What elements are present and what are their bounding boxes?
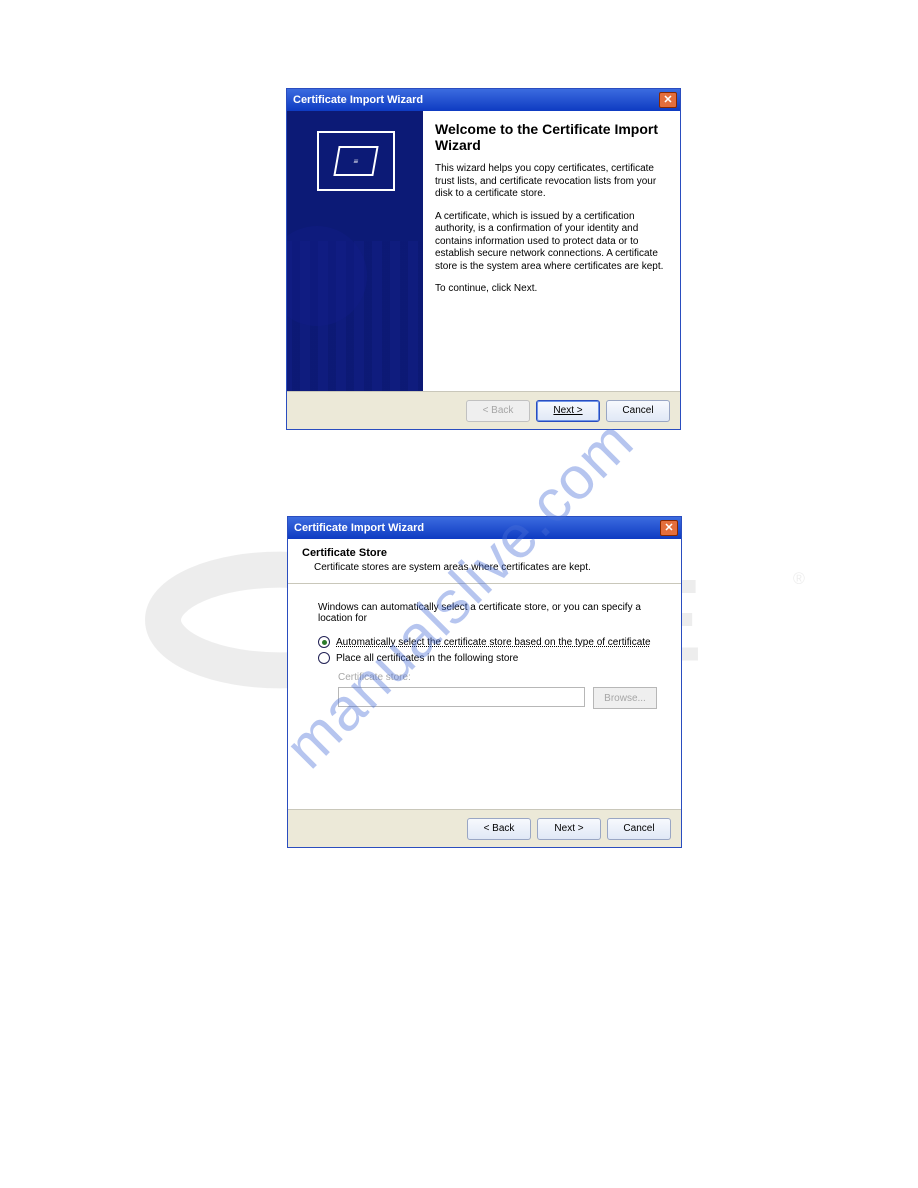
wizard-banner: ≡ <box>287 111 423 391</box>
radio-auto-label: Automatically select the certificate sto… <box>336 637 651 648</box>
wizard-footer: < Back Next > Cancel <box>287 391 680 429</box>
browse-button: Browse... <box>593 687 657 709</box>
titlebar: Certificate Import Wizard ✕ <box>287 89 680 111</box>
wizard-footer: < Back Next > Cancel <box>288 809 681 847</box>
wizard-intro-paragraph: This wizard helps you copy certificates,… <box>435 163 668 201</box>
step-content: Windows can automatically select a certi… <box>288 584 681 713</box>
wizard-content: Welcome to the Certificate Import Wizard… <box>423 111 680 391</box>
radio-option-manual[interactable]: Place all certificates in the following … <box>318 652 657 664</box>
wizard-body: Certificate Store Certificate stores are… <box>288 539 681 809</box>
back-button[interactable]: < Back <box>467 818 531 840</box>
page-title: Welcome to the Certificate Import Wizard <box>435 121 668 153</box>
radio-icon <box>318 652 330 664</box>
wizard-body: ≡ Welcome to the Certificate Import Wiza… <box>287 111 680 391</box>
wizard-store-window: Certificate Import Wizard ✕ Certificate … <box>287 516 682 848</box>
wizard-continue-hint: To continue, click Next. <box>435 283 668 296</box>
close-icon: ✕ <box>663 95 672 106</box>
back-button: < Back <box>466 400 530 422</box>
next-button-label: Next > <box>553 405 582 416</box>
wizard-detail-paragraph: A certificate, which is issued by a cert… <box>435 211 668 274</box>
store-path-label: Certificate store: <box>338 672 411 683</box>
close-button[interactable]: ✕ <box>659 92 677 108</box>
titlebar: Certificate Import Wizard ✕ <box>288 517 681 539</box>
close-button[interactable]: ✕ <box>660 520 678 536</box>
svg-text:®: ® <box>793 570 805 588</box>
certificate-icon: ≡ <box>317 131 395 191</box>
next-button[interactable]: Next > <box>537 818 601 840</box>
radio-icon <box>318 636 330 648</box>
close-icon: ✕ <box>664 523 673 534</box>
manual-store-block: Certificate store: Browse... <box>338 672 657 709</box>
window-title: Certificate Import Wizard <box>294 522 660 534</box>
store-path-input <box>338 687 585 707</box>
cancel-button[interactable]: Cancel <box>607 818 671 840</box>
next-button[interactable]: Next > <box>536 400 600 422</box>
cancel-button[interactable]: Cancel <box>606 400 670 422</box>
store-intro-text: Windows can automatically select a certi… <box>318 602 657 624</box>
step-title: Certificate Store <box>302 547 667 559</box>
wizard-welcome-window: Certificate Import Wizard ✕ ≡ Welcome to… <box>286 88 681 430</box>
window-title: Certificate Import Wizard <box>293 94 659 106</box>
radio-option-auto[interactable]: Automatically select the certificate sto… <box>318 636 657 648</box>
step-header: Certificate Store Certificate stores are… <box>288 539 681 579</box>
step-description: Certificate stores are system areas wher… <box>314 562 667 573</box>
radio-manual-label: Place all certificates in the following … <box>336 653 518 664</box>
